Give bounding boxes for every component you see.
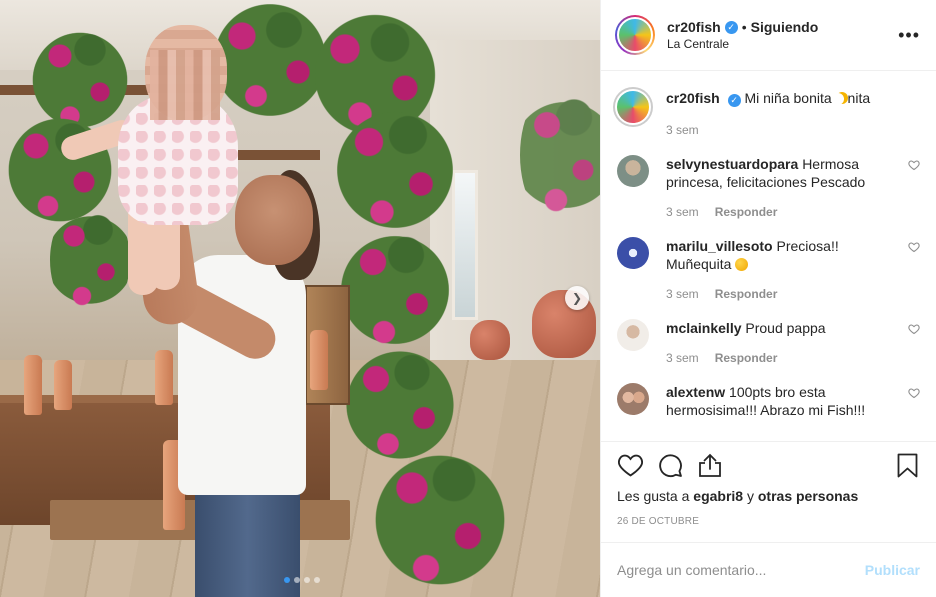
photo-man-head bbox=[235, 175, 313, 265]
comment-time[interactable]: 3 sem bbox=[666, 203, 699, 221]
instagram-post-modal: ❯ cr20fish ✓ • Siguiendo La Centrale ••• bbox=[0, 0, 936, 597]
photo-flowers bbox=[50, 200, 130, 320]
comment-input[interactable] bbox=[617, 562, 865, 578]
comment-item: mclainkelly Proud pappa 3 sem Responder bbox=[617, 319, 920, 367]
add-comment-bar: Publicar bbox=[601, 542, 936, 597]
like-comment-heart-icon[interactable] bbox=[908, 323, 920, 335]
reply-button[interactable]: Responder bbox=[715, 203, 778, 221]
carousel-dot bbox=[284, 577, 290, 583]
post-header: cr20fish ✓ • Siguiendo La Centrale ••• bbox=[601, 0, 936, 71]
caption-suffix: nita bbox=[847, 90, 871, 106]
photo-bottle bbox=[54, 360, 72, 410]
likes-summary: Les gusta a egabri8 y otras personas bbox=[617, 488, 920, 504]
share-icon[interactable] bbox=[697, 452, 723, 478]
comment-item: alextenw 100pts bro esta hermosisima!!! … bbox=[617, 383, 920, 419]
photo-bottle bbox=[155, 350, 173, 405]
photo-bottle bbox=[24, 355, 42, 415]
publish-button[interactable]: Publicar bbox=[865, 562, 920, 578]
comment-username[interactable]: marilu_villesoto bbox=[666, 238, 773, 254]
post-date[interactable]: 26 DE OCTUBRE bbox=[617, 516, 920, 527]
post-caption: cr20fish ✓ Mi niña bonita nita 3 sem bbox=[613, 87, 920, 139]
crescent-moon-emoji-icon bbox=[836, 92, 848, 104]
likes-others-link[interactable]: otras personas bbox=[758, 488, 858, 504]
post-side-panel: cr20fish ✓ • Siguiendo La Centrale ••• c… bbox=[600, 0, 936, 597]
likes-user-link[interactable]: egabri8 bbox=[693, 488, 743, 504]
verified-badge-icon: ✓ bbox=[727, 93, 741, 107]
comment-bubble-icon[interactable] bbox=[657, 452, 683, 478]
comment-time[interactable]: 3 sem bbox=[666, 349, 699, 367]
photo-flowers bbox=[340, 220, 450, 360]
carousel-dot bbox=[294, 577, 300, 583]
like-comment-heart-icon[interactable] bbox=[908, 159, 920, 171]
like-comment-heart-icon[interactable] bbox=[908, 387, 920, 399]
commenter-avatar[interactable] bbox=[617, 237, 649, 269]
post-location[interactable]: La Centrale bbox=[667, 37, 818, 51]
photo-flowers bbox=[370, 440, 510, 597]
like-heart-icon[interactable] bbox=[617, 452, 643, 478]
like-comment-heart-icon[interactable] bbox=[908, 241, 920, 253]
caption-text: Mi niña bonita bbox=[744, 90, 836, 106]
likes-prefix: Les gusta a bbox=[617, 488, 694, 504]
post-actions: Les gusta a egabri8 y otras personas 26 … bbox=[601, 441, 936, 542]
photo-flowers bbox=[330, 100, 460, 240]
comment-time[interactable]: 3 sem bbox=[666, 285, 699, 303]
comment-item: marilu_villesoto Preciosa!! Muñequita 3 … bbox=[617, 237, 920, 303]
more-options-icon[interactable]: ••• bbox=[898, 26, 920, 44]
verified-badge-icon: ✓ bbox=[724, 20, 738, 34]
carousel-indicator bbox=[284, 577, 320, 583]
carousel-dot bbox=[314, 577, 320, 583]
comment-item: selvynestuardopara Hermosa princesa, fel… bbox=[617, 155, 920, 221]
reply-button[interactable]: Responder bbox=[715, 285, 778, 303]
chevron-right-icon: ❯ bbox=[571, 291, 583, 305]
carousel-next-button[interactable]: ❯ bbox=[565, 286, 589, 310]
comments-list[interactable]: cr20fish ✓ Mi niña bonita nita 3 sem sel… bbox=[601, 71, 936, 441]
reply-button[interactable]: Responder bbox=[715, 349, 778, 367]
photo-bottle bbox=[310, 330, 328, 390]
author-avatar[interactable] bbox=[615, 15, 655, 55]
photo-tree bbox=[520, 80, 600, 230]
commenter-avatar[interactable] bbox=[617, 319, 649, 351]
commenter-avatar[interactable] bbox=[617, 383, 649, 415]
caption-username[interactable]: cr20fish bbox=[666, 90, 720, 106]
comment-username[interactable]: mclainkelly bbox=[666, 320, 742, 336]
post-photo[interactable]: ❯ bbox=[0, 0, 600, 597]
caption-time[interactable]: 3 sem bbox=[666, 121, 699, 139]
winking-face-emoji-icon bbox=[735, 258, 749, 271]
comment-username[interactable]: alextenw bbox=[666, 384, 725, 400]
likes-middle: y bbox=[743, 488, 758, 504]
save-bookmark-icon[interactable] bbox=[894, 452, 920, 478]
commenter-avatar[interactable] bbox=[617, 155, 649, 187]
action-icons bbox=[617, 442, 920, 488]
caption-avatar[interactable] bbox=[613, 87, 653, 127]
comment-text: Proud pappa bbox=[745, 320, 826, 336]
pixelated-face-blur bbox=[150, 50, 220, 120]
carousel-dot bbox=[304, 577, 310, 583]
photo-pot bbox=[470, 320, 510, 360]
author-username[interactable]: cr20fish bbox=[667, 19, 721, 35]
following-button[interactable]: Siguiendo bbox=[751, 19, 819, 35]
header-separator: • bbox=[741, 19, 747, 35]
comment-username[interactable]: selvynestuardopara bbox=[666, 156, 798, 172]
